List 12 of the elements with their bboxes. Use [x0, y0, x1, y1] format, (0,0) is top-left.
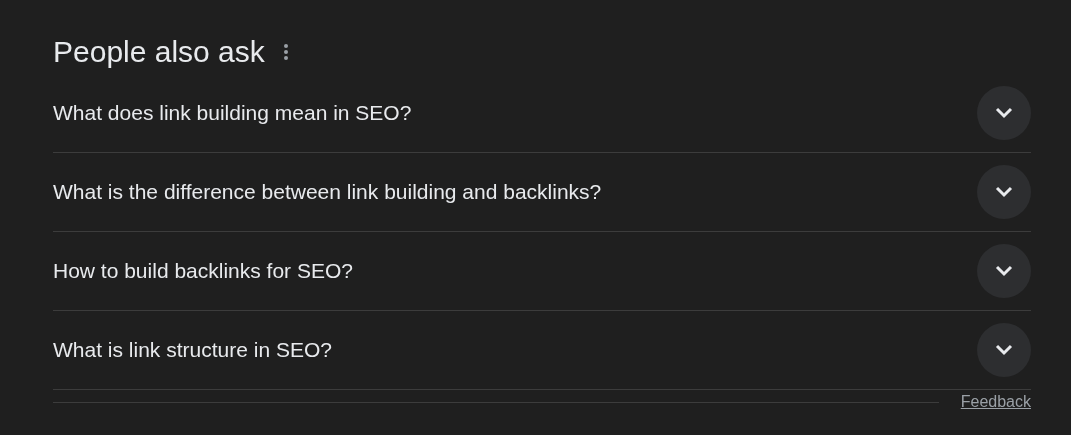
question-text[interactable]: How to build backlinks for SEO? [53, 259, 353, 283]
chevron-down-icon [995, 344, 1013, 356]
chevron-down-icon [995, 186, 1013, 198]
question-text[interactable]: What is link structure in SEO? [53, 338, 332, 362]
more-options-icon[interactable] [282, 43, 289, 61]
section-heading: People also ask [53, 35, 265, 69]
question-text[interactable]: What does link building mean in SEO? [53, 101, 412, 125]
expand-button[interactable] [977, 244, 1031, 298]
question-text[interactable]: What is the difference between link building and backlinks? [53, 180, 602, 204]
feedback-link[interactable]: Feedback [960, 393, 1031, 411]
chevron-down-icon [995, 107, 1013, 119]
chevron-down-icon [995, 265, 1013, 277]
